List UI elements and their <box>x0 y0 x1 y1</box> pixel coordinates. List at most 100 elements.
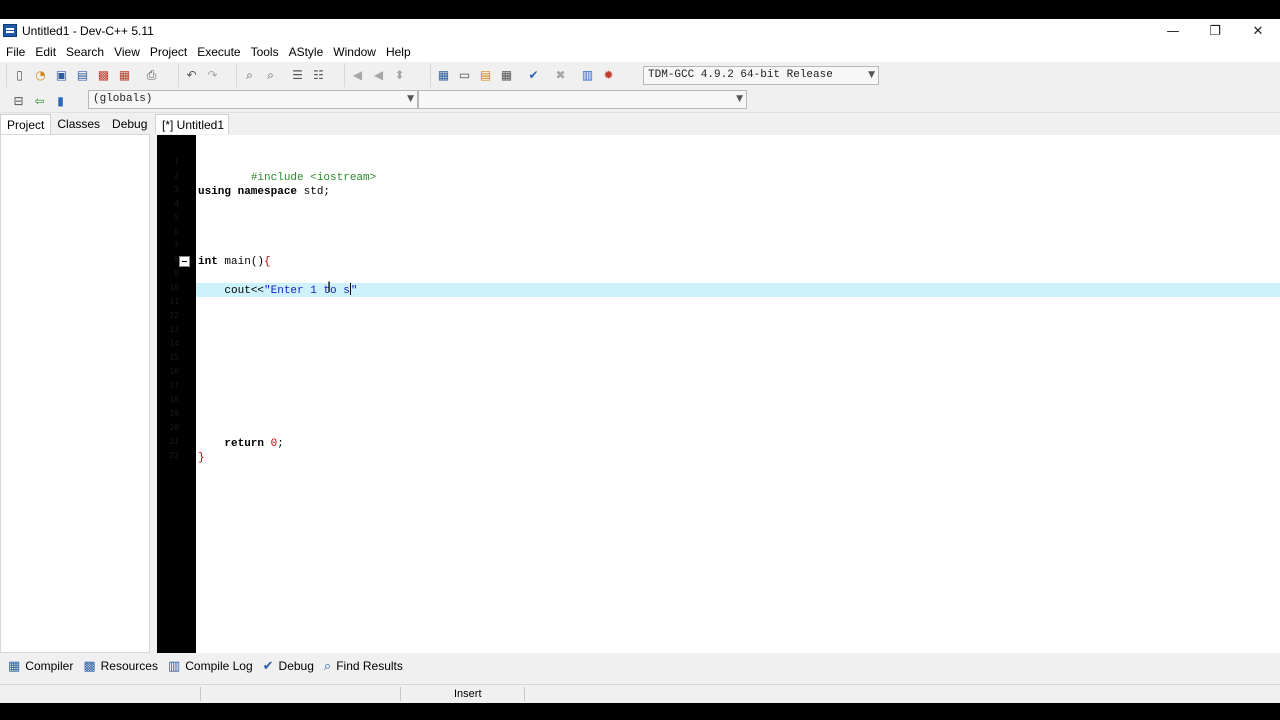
close-file-icon[interactable]: ▩ <box>94 66 113 85</box>
menu-window[interactable]: Window <box>328 43 381 62</box>
restore-button[interactable]: ❐ <box>1193 19 1237 43</box>
open-file-icon[interactable]: ◔ <box>31 66 50 85</box>
main-toolbar: ▯ ◔ ▣ ▤ ▩ ▦ ⎙ ↶ ↷ ⌕ ⌕ ☰ ☷ ◀ ◀ ⬍ ▦ ▭ ▤ ▦ <box>0 62 1280 88</box>
class-toolbar: ⊟ ⇦ ▮ (globals) ▼ ▼ <box>0 88 1280 113</box>
current-line-highlight <box>196 283 1280 297</box>
new-project-icon[interactable]: ⊟ <box>9 92 28 111</box>
menu-tools[interactable]: Tools <box>246 43 284 62</box>
string-literal-end: " <box>350 285 358 297</box>
compile-icon[interactable]: ▦ <box>434 66 453 85</box>
code-line: #include <iostream> <box>198 157 376 184</box>
run-icon[interactable]: ▭ <box>455 66 474 85</box>
compiler-select-value: TDM-GCC 4.9.2 64-bit Release <box>648 69 833 81</box>
forward-icon[interactable]: ◀ <box>369 66 388 85</box>
replace-icon[interactable]: ⌕ <box>261 66 280 85</box>
keyword: return <box>198 438 265 450</box>
goto-icon[interactable]: ⬍ <box>390 66 409 85</box>
globals-select-value: (globals) <box>93 93 153 105</box>
grid-icon: ▦ <box>8 658 21 674</box>
project-options-icon[interactable]: ▮ <box>51 92 70 111</box>
redo-icon[interactable]: ↷ <box>203 66 222 85</box>
members-select[interactable]: ▼ <box>418 90 747 109</box>
search-doc-icon: ⌕ <box>323 658 332 674</box>
print-icon[interactable]: ⎙ <box>142 66 161 85</box>
line-number: 17 <box>169 381 179 390</box>
find-icon[interactable]: ⌕ <box>240 66 259 85</box>
close-all-icon[interactable]: ▦ <box>115 66 134 85</box>
line-number: 7 <box>174 241 179 250</box>
status-divider <box>524 687 525 701</box>
code-line: int main(){ <box>198 255 271 269</box>
editor-tab-untitled1[interactable]: [*] Untitled1 <box>155 114 229 134</box>
menu-view[interactable]: View <box>109 43 145 62</box>
insert-mode-indicator: Insert <box>454 688 482 700</box>
keyword: using namespace <box>198 186 298 198</box>
tab-find-results[interactable]: ⌕ Find Results <box>322 659 411 674</box>
chevron-down-icon: ▼ <box>736 94 743 104</box>
nav-toolbar-group: ◀ ◀ ⬍ <box>344 63 412 87</box>
tab-compile-log[interactable]: ▥ Compile Log <box>166 659 261 674</box>
syntax-check-icon[interactable]: ✔ <box>524 66 543 85</box>
tab-debug[interactable]: Debug <box>106 114 153 134</box>
project-toolbar-group: ⊟ ⇦ ▮ <box>6 89 73 113</box>
compile-run-icon[interactable]: ▤ <box>476 66 495 85</box>
tab-label: Debug <box>278 659 314 673</box>
status-divider <box>200 687 201 701</box>
window-title: Untitled1 - Dev-C++ 5.11 <box>22 24 154 38</box>
menu-edit[interactable]: Edit <box>30 43 61 62</box>
line-number: 6 <box>174 227 179 236</box>
line-number: 10 <box>169 283 179 292</box>
menu-file[interactable]: File <box>1 43 30 62</box>
dev-cpp-window: Untitled1 - Dev-C++ 5.11 — ❐ ✕ File Edit… <box>0 19 1280 703</box>
debug-icon[interactable]: ✹ <box>599 66 618 85</box>
line-number: 9 <box>174 269 179 278</box>
menu-project[interactable]: Project <box>145 43 192 62</box>
number-literal: 0 <box>264 438 278 450</box>
tab-label: Compiler <box>25 659 74 673</box>
new-file-icon[interactable]: ▯ <box>10 66 29 85</box>
tab-compiler[interactable]: ▦ Compiler <box>6 659 81 674</box>
globals-select[interactable]: (globals) ▼ <box>88 90 418 109</box>
compiler-select[interactable]: TDM-GCC 4.9.2 64-bit Release ▼ <box>643 66 879 85</box>
line-number: 5 <box>174 213 179 222</box>
check-icon: ✔ <box>262 658 274 674</box>
save-all-icon[interactable]: ▤ <box>73 66 92 85</box>
menu-search[interactable]: Search <box>61 43 109 62</box>
line-number: 12 <box>169 311 179 320</box>
line-number: 21 <box>169 437 179 446</box>
tab-label: Resources <box>100 659 158 673</box>
menu-help[interactable]: Help <box>381 43 416 62</box>
file-toolbar-group: ▯ ◔ ▣ ▤ ▩ ▦ ⎙ <box>6 63 164 87</box>
line-number: 3 <box>174 185 179 194</box>
status-bar: Insert <box>0 684 1280 703</box>
resources-icon: ▩ <box>83 658 96 674</box>
fold-collapse-icon[interactable] <box>179 256 190 267</box>
unindent-icon[interactable]: ☷ <box>309 66 328 85</box>
profile-icon[interactable]: ▥ <box>578 66 597 85</box>
tab-debug-output[interactable]: ✔ Debug <box>261 659 322 674</box>
bottom-panel-tabs: ▦ Compiler ▩ Resources ▥ Compile Log ✔ D… <box>0 654 1280 678</box>
brace: { <box>264 256 271 268</box>
rebuild-icon[interactable]: ▦ <box>497 66 516 85</box>
tab-project[interactable]: Project <box>0 114 52 134</box>
add-to-project-icon[interactable]: ⇦ <box>30 92 49 111</box>
tab-resources[interactable]: ▩ Resources <box>81 659 166 674</box>
save-icon[interactable]: ▣ <box>52 66 71 85</box>
search-toolbar-group: ⌕ ⌕ ☰ ☷ <box>236 63 331 87</box>
ibeam-cursor-icon: I <box>327 280 332 296</box>
preprocessor-directive: #include <iostream> <box>250 172 377 184</box>
stop-execution-icon[interactable]: ✖ <box>551 66 570 85</box>
close-button[interactable]: ✕ <box>1236 19 1280 43</box>
indent-icon[interactable]: ☰ <box>288 66 307 85</box>
project-tree-panel[interactable] <box>0 134 150 653</box>
tab-classes[interactable]: Classes <box>51 114 106 134</box>
back-icon[interactable]: ◀ <box>348 66 367 85</box>
code-line: cout<<"Enter 1 to s" <box>198 283 357 297</box>
code-text-area[interactable]: #include <iostream> using namespace std;… <box>196 135 1280 653</box>
menu-execute[interactable]: Execute <box>192 43 245 62</box>
undo-icon[interactable]: ↶ <box>182 66 201 85</box>
minimize-button[interactable]: — <box>1151 19 1195 43</box>
menu-astyle[interactable]: AStyle <box>284 43 329 62</box>
code-editor[interactable]: 1 2 3 4 5 6 7 8 9 10 11 12 13 14 15 16 1… <box>157 135 1280 653</box>
line-number: 15 <box>169 353 179 362</box>
